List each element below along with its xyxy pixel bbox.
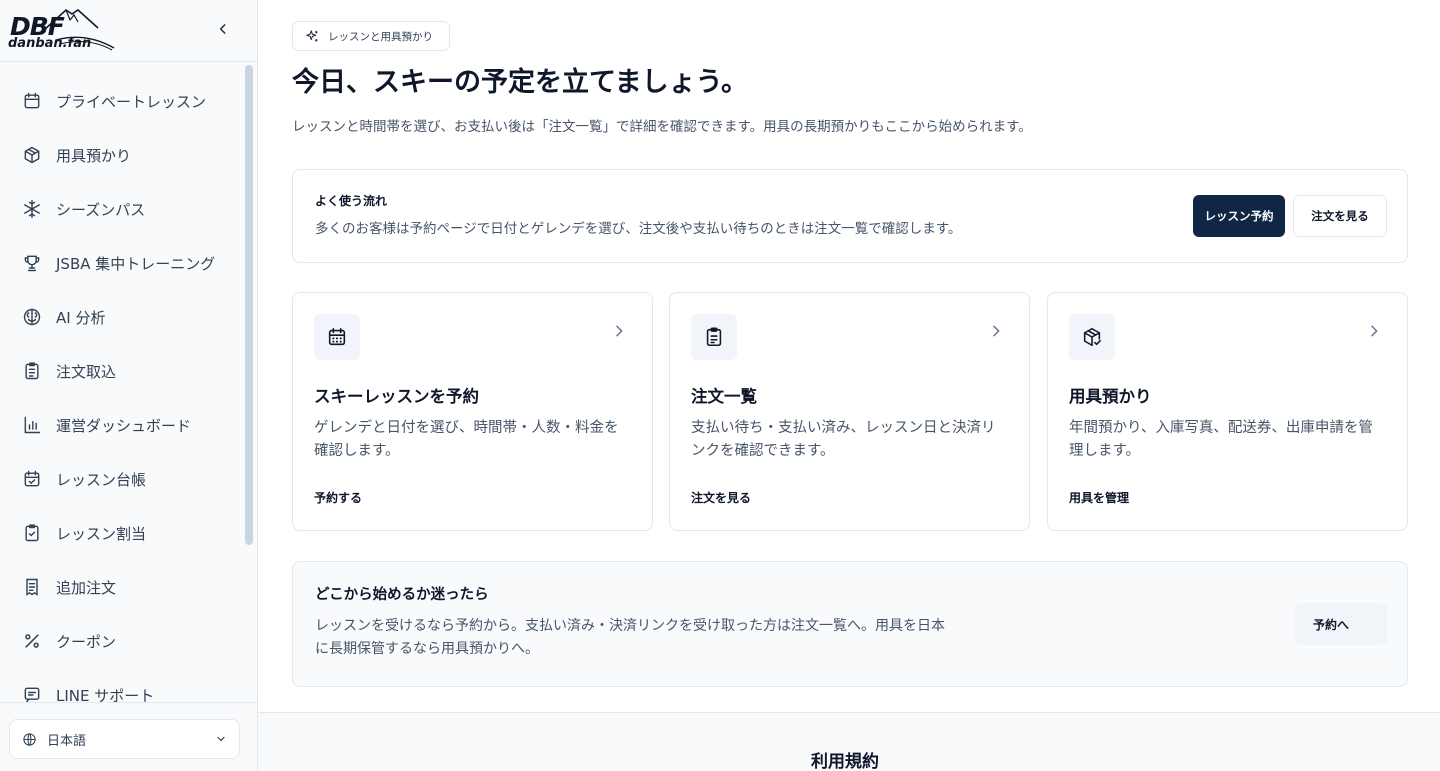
sidebar-item-line-support[interactable]: LINE サポート — [0, 668, 242, 703]
brand-logo[interactable]: DBF danban.fan — [8, 4, 116, 56]
sidebar-item-lesson-ledger[interactable]: レッスン台帳 — [0, 452, 242, 506]
sidebar-item-ops-dashboard[interactable]: 運営ダッシュボード — [0, 398, 242, 452]
sidebar-item-label: 注文取込 — [56, 362, 117, 381]
sidebar-header: DBF danban.fan — [0, 0, 257, 62]
card-action-link[interactable]: 注文を見る — [691, 489, 751, 506]
card-action-link[interactable]: 用具を管理 — [1069, 489, 1129, 506]
clipboard-check-icon — [25, 524, 39, 542]
card-icon-box — [314, 314, 360, 360]
section-badge-label: レッスンと用具預かり — [328, 30, 433, 43]
equipment-storage-card[interactable]: 用具預かり 年間預かり、入庫写真、配送券、出庫申請を管理します。 用具を管理 — [1047, 292, 1408, 531]
chevron-right-icon — [993, 325, 1000, 337]
sidebar-item-lesson-assignment[interactable]: レッスン割当 — [0, 506, 242, 560]
receipt-icon — [26, 578, 38, 596]
sidebar-item-label: クーポン — [56, 632, 117, 651]
sidebar-footer: 日本語 — [0, 702, 257, 771]
sidebar: DBF danban.fan プライベートレッスン 用具預かり シーズンパス J… — [0, 0, 258, 771]
card-title: スキーレッスンを予約 — [314, 387, 479, 406]
help-title: どこから始めるか迷ったら — [315, 587, 489, 603]
common-flow-card: よく使う流れ 多くのお客様は予約ページで日付とゲレンデを選び、注文後や支払い待ち… — [292, 169, 1408, 263]
chevron-right-icon — [616, 325, 623, 337]
terms-of-service-heading[interactable]: 利用規約 — [258, 747, 1432, 771]
view-orders-button[interactable]: 注文を見る — [1293, 195, 1387, 237]
page-title: 今日、スキーの予定を立てましょう。 — [292, 67, 749, 98]
sidebar-item-season-pass[interactable]: シーズンパス — [0, 182, 242, 236]
calendar-check-icon — [24, 470, 40, 487]
card-icon-box — [691, 314, 737, 360]
chevron-right-icon — [1371, 325, 1378, 337]
snowflake-icon — [24, 199, 40, 219]
card-title: 用具預かり — [1069, 387, 1152, 406]
page-footer: 利用規約 — [258, 712, 1440, 771]
sidebar-collapse-button[interactable] — [212, 18, 234, 40]
package-check-icon — [1083, 327, 1102, 347]
sidebar-item-coupon[interactable]: クーポン — [0, 614, 242, 668]
card-description: 支払い待ち・支払い済み、レッスン日と決済リンクを確認できます。 — [691, 420, 996, 459]
clipboard-list-icon — [25, 362, 39, 380]
bar-chart-icon — [24, 416, 41, 434]
sidebar-scrollbar[interactable] — [245, 65, 253, 545]
card-action-link[interactable]: 予約する — [314, 489, 362, 506]
sidebar-item-label: JSBA 集中トレーニング — [56, 254, 216, 273]
sidebar-item-label: AI 分析 — [56, 308, 106, 327]
brand-domain: danban.fan — [8, 36, 92, 51]
sidebar-nav: プライベートレッスン 用具預かり シーズンパス JSBA 集中トレーニング AI… — [0, 63, 242, 703]
sidebar-item-ai-analysis[interactable]: AI 分析 — [0, 290, 242, 344]
globe-icon — [23, 732, 36, 746]
calendar-days-icon — [328, 327, 346, 346]
sidebar-item-label: 運営ダッシュボード — [56, 416, 192, 435]
card-icon-box — [1069, 314, 1115, 360]
chevron-left-icon — [219, 24, 226, 34]
card-title: 注文一覧 — [691, 387, 757, 406]
sparkles-icon — [306, 29, 318, 41]
sidebar-item-jsba-training[interactable]: JSBA 集中トレーニング — [0, 236, 242, 290]
ski-lesson-booking-card[interactable]: スキーレッスンを予約 ゲレンデと日付を選び、時間帯・人数・料金を確認します。 予… — [292, 292, 653, 531]
common-flow-title: よく使う流れ — [315, 194, 388, 208]
language-select[interactable]: 日本語 — [9, 719, 240, 759]
sidebar-item-label: レッスン割当 — [56, 524, 147, 543]
card-description: 年間預かり、入庫写真、配送券、出庫申請を管理します。 — [1069, 420, 1373, 459]
common-flow-description: 多くのお客様は予約ページで日付とゲレンデを選び、注文後や支払い待ちのときは注文一… — [315, 221, 962, 237]
sidebar-item-label: プライベートレッスン — [56, 92, 207, 111]
sidebar-item-label: 追加注文 — [56, 578, 117, 597]
trophy-icon — [24, 255, 40, 272]
sidebar-item-label: LINE サポート — [56, 686, 155, 704]
sidebar-item-label: シーズンパス — [56, 200, 146, 219]
go-to-booking-button[interactable]: 予約へ — [1295, 603, 1387, 645]
section-badge: レッスンと用具預かり — [292, 21, 450, 51]
order-list-card[interactable]: 注文一覧 支払い待ち・支払い済み、レッスン日と決済リンクを確認できます。 注文を… — [669, 292, 1030, 531]
lesson-booking-button[interactable]: レッスン予約 — [1193, 195, 1285, 237]
help-description: レッスンを受けるなら予約から。支払い済み・決済リンクを受け取った方は注文一覧へ。… — [315, 618, 945, 657]
page-subtitle: レッスンと時間帯を選び、お支払い後は「注文一覧」で詳細を確認できます。用具の長期… — [292, 119, 1032, 135]
sidebar-item-order-import[interactable]: 注文取込 — [0, 344, 242, 398]
clipboard-list-icon — [706, 327, 722, 347]
package-icon — [24, 146, 40, 164]
sidebar-item-equipment-storage[interactable]: 用具預かり — [0, 128, 242, 182]
calendar-icon — [24, 92, 40, 109]
language-select-value: 日本語 — [47, 733, 87, 749]
card-description: ゲレンデと日付を選び、時間帯・人数・料金を確認します。 — [314, 420, 619, 459]
brain-icon — [23, 308, 41, 326]
help-card: どこから始めるか迷ったら レッスンを受けるなら予約から。支払い済み・決済リンクを… — [292, 561, 1408, 687]
chevron-down-icon — [217, 736, 225, 742]
sidebar-item-private-lesson[interactable]: プライベートレッスン — [0, 74, 242, 128]
sidebar-item-additional-order[interactable]: 追加注文 — [0, 560, 242, 614]
sidebar-item-label: 用具預かり — [56, 146, 132, 165]
percent-icon — [25, 634, 39, 648]
main-content: レッスンと用具預かり 今日、スキーの予定を立てましょう。 レッスンと時間帯を選び… — [258, 0, 1440, 771]
message-icon — [24, 687, 40, 703]
sidebar-item-label: レッスン台帳 — [56, 470, 147, 489]
